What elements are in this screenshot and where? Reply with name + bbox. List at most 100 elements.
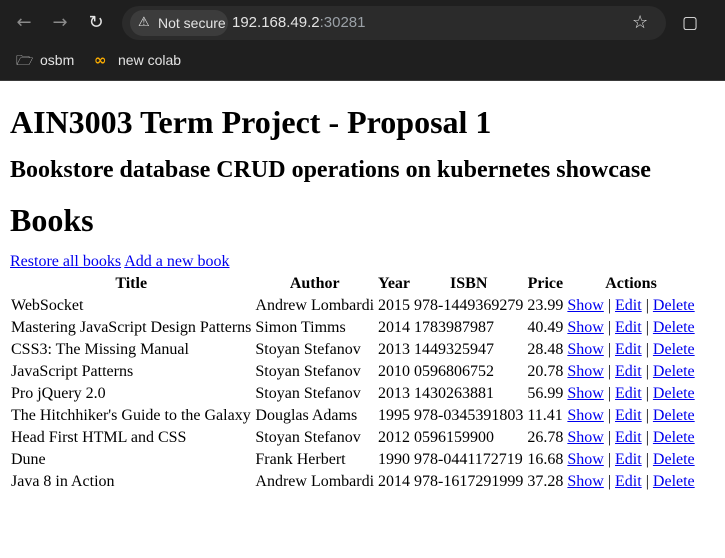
edit-book-link[interactable]: Edit bbox=[615, 363, 642, 380]
table-row: Pro jQuery 2.0 Stoyan Stefanov 2013 1430263… bbox=[10, 384, 696, 404]
book-price-cell: 26.78 bbox=[527, 429, 564, 446]
folder-icon: 🗁 bbox=[16, 53, 34, 69]
delete-book-link[interactable]: Delete bbox=[653, 319, 695, 336]
column-header-price: Price bbox=[527, 275, 564, 292]
security-chip[interactable]: ⚠ Not secure bbox=[130, 10, 228, 36]
table-header-row: Title Author Year ISBN Price Actions bbox=[10, 274, 696, 294]
column-header-title: Title bbox=[115, 275, 148, 292]
delete-book-link[interactable]: Delete bbox=[653, 341, 695, 358]
show-book-link[interactable]: Show bbox=[567, 385, 603, 402]
book-title-cell: Head First HTML and CSS bbox=[11, 429, 187, 446]
edit-book-link[interactable]: Edit bbox=[615, 473, 642, 490]
book-actions-cell: Show | Edit | Delete bbox=[566, 384, 695, 404]
show-book-link[interactable]: Show bbox=[567, 429, 603, 446]
book-price-cell: 37.28 bbox=[527, 473, 564, 490]
delete-book-link[interactable]: Delete bbox=[653, 451, 695, 468]
action-separator: | bbox=[645, 429, 649, 446]
delete-book-link[interactable]: Delete bbox=[653, 429, 695, 446]
show-book-link[interactable]: Show bbox=[567, 451, 603, 468]
table-row: Head First HTML and CSS Stoyan Stefanov 20… bbox=[10, 428, 696, 448]
action-separator: | bbox=[645, 341, 649, 358]
book-isbn-cell: 978-0345391803 bbox=[414, 407, 524, 424]
action-separator: | bbox=[645, 451, 649, 468]
book-year-cell: 2012 bbox=[378, 429, 411, 446]
delete-book-link[interactable]: Delete bbox=[653, 363, 695, 380]
action-separator: | bbox=[607, 407, 612, 424]
book-isbn-cell: 1430263881 bbox=[414, 385, 495, 402]
book-isbn-cell: 978-1617291999 bbox=[414, 473, 524, 490]
book-author-cell: Douglas Adams bbox=[255, 407, 358, 424]
book-title-cell: WebSocket bbox=[11, 297, 84, 314]
table-row: The Hitchhiker's Guide to the Galaxy Doug… bbox=[10, 406, 696, 426]
bookmark-osbm[interactable]: 🗁 osbm bbox=[16, 49, 74, 71]
table-row: Java 8 in Action Andrew Lombardi 2014 978-1… bbox=[10, 472, 696, 492]
book-actions-cell: Show | Edit | Delete bbox=[566, 296, 695, 316]
action-separator: | bbox=[645, 297, 649, 314]
delete-book-link[interactable]: Delete bbox=[653, 407, 695, 424]
browser-chrome: ← → ↻ ⚠ Not secure 192.168.49.2:30281 ☆ … bbox=[0, 0, 725, 81]
url-port: :30281 bbox=[319, 14, 366, 31]
book-author-cell: Stoyan Stefanov bbox=[255, 363, 361, 380]
book-price-cell: 20.78 bbox=[527, 363, 564, 380]
edit-book-link[interactable]: Edit bbox=[615, 407, 642, 424]
show-book-link[interactable]: Show bbox=[567, 363, 603, 380]
bookmark-new-colab[interactable]: ∞ new colab bbox=[94, 49, 181, 71]
book-author-cell: Stoyan Stefanov bbox=[255, 429, 361, 446]
security-label: Not secure bbox=[158, 15, 226, 31]
forward-arrow-icon[interactable]: → bbox=[48, 11, 72, 35]
edit-book-link[interactable]: Edit bbox=[615, 341, 642, 358]
warning-triangle-icon: ⚠ bbox=[138, 15, 150, 30]
action-separator: | bbox=[607, 297, 612, 314]
table-row: Dune Frank Herbert 1990 978-0441172719 16.68… bbox=[10, 450, 696, 470]
show-book-link[interactable]: Show bbox=[567, 473, 603, 490]
show-book-link[interactable]: Show bbox=[567, 407, 603, 424]
book-author-cell: Frank Herbert bbox=[255, 451, 346, 468]
book-actions-cell: Show | Edit | Delete bbox=[566, 450, 695, 470]
edit-book-link[interactable]: Edit bbox=[615, 319, 642, 336]
book-isbn-cell: 0596806752 bbox=[414, 363, 495, 380]
book-price-cell: 28.48 bbox=[527, 341, 564, 358]
address-bar[interactable]: ⚠ Not secure 192.168.49.2:30281 bbox=[122, 6, 666, 40]
extensions-puzzle-icon[interactable]: ▢ bbox=[682, 11, 698, 35]
book-isbn-cell: 978-0441172719 bbox=[414, 451, 523, 468]
page-title: AIN3003 Term Project - Proposal 1 bbox=[10, 104, 492, 140]
show-book-link[interactable]: Show bbox=[567, 319, 603, 336]
book-price-cell: 40.49 bbox=[527, 319, 564, 336]
edit-book-link[interactable]: Edit bbox=[615, 385, 642, 402]
back-arrow-icon[interactable]: ← bbox=[12, 11, 36, 35]
edit-book-link[interactable]: Edit bbox=[615, 429, 642, 446]
book-isbn-cell: 0596159900 bbox=[414, 429, 495, 446]
book-year-cell: 2015 bbox=[378, 297, 411, 314]
book-isbn-cell: 978-1449369279 bbox=[414, 297, 524, 314]
restore-all-books-link[interactable]: Restore all books bbox=[10, 253, 121, 270]
book-isbn-cell: 1449325947 bbox=[414, 341, 495, 358]
url-text[interactable]: 192.168.49.2:30281 bbox=[232, 6, 365, 40]
delete-book-link[interactable]: Delete bbox=[653, 473, 695, 490]
action-separator: | bbox=[607, 363, 612, 380]
book-author-cell: Stoyan Stefanov bbox=[255, 341, 361, 358]
table-row: CSS3: The Missing Manual Stoyan Stefanov 2… bbox=[10, 340, 696, 360]
book-author-cell: Andrew Lombardi bbox=[255, 473, 375, 490]
book-title-cell: CSS3: The Missing Manual bbox=[11, 341, 189, 358]
bookmark-star-icon[interactable]: ☆ bbox=[632, 11, 648, 35]
book-actions-cell: Show | Edit | Delete bbox=[566, 362, 695, 382]
page-content: AIN3003 Term Project - Proposal 1 Bookst… bbox=[10, 82, 720, 494]
books-table: Title Author Year ISBN Price Actions Web… bbox=[8, 272, 698, 494]
reload-icon[interactable]: ↻ bbox=[84, 11, 108, 35]
column-header-isbn: ISBN bbox=[450, 275, 488, 292]
book-year-cell: 1995 bbox=[378, 407, 411, 424]
edit-book-link[interactable]: Edit bbox=[615, 297, 642, 314]
book-author-cell: Simon Timms bbox=[255, 319, 346, 336]
action-separator: | bbox=[645, 407, 649, 424]
delete-book-link[interactable]: Delete bbox=[653, 297, 695, 314]
book-price-cell: 11.41 bbox=[527, 407, 563, 424]
add-new-book-link[interactable]: Add a new book bbox=[124, 253, 229, 270]
delete-book-link[interactable]: Delete bbox=[653, 385, 695, 402]
book-price-cell: 23.99 bbox=[527, 297, 564, 314]
show-book-link[interactable]: Show bbox=[567, 297, 603, 314]
book-year-cell: 2010 bbox=[378, 363, 411, 380]
show-book-link[interactable]: Show bbox=[567, 341, 603, 358]
edit-book-link[interactable]: Edit bbox=[615, 451, 642, 468]
colab-icon: ∞ bbox=[94, 51, 107, 69]
book-title-cell: Dune bbox=[11, 451, 46, 468]
